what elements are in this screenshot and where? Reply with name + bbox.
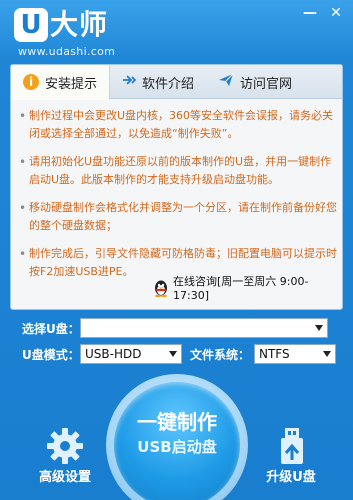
qq-penguin-icon: [153, 279, 169, 297]
make-bootable-usb-button[interactable]: 一键制作 USB启动盘: [114, 382, 240, 500]
close-button[interactable]: ✕: [325, 4, 347, 22]
online-support-link[interactable]: 在线咨询[周一至周六 9:00-17:30]: [153, 273, 342, 302]
list-item: • 移动硬盘制作会格式化并调整为一个分区，请在制作前备份好您的整个硬盘数据；: [19, 199, 337, 235]
usb-mode-value: USB-HDD: [85, 347, 142, 361]
logo-text: 大师: [50, 8, 109, 41]
title-bar: U 大师 www.udashi.com — ✕: [0, 0, 353, 62]
filesystem-value: NTFS: [259, 347, 290, 361]
make-button-subtitle: USB启动盘: [137, 438, 217, 456]
tip-text: 制作过程中会更改U盘内核，360等安全软件会误报，请务必关闭或选择全部通过，以免…: [29, 109, 334, 140]
logo-mark: U: [14, 8, 48, 42]
mode-row: U盘模式： USB-HDD 文件系统： NTFS: [22, 344, 336, 364]
usb-upgrade-icon: [246, 426, 336, 466]
upgrade-usb-button[interactable]: 升级U盘: [246, 426, 336, 485]
usb-mode-select[interactable]: USB-HDD: [80, 344, 182, 364]
usb-select-label: 选择U盘：: [22, 321, 80, 336]
tip-text: 请用初始化U盘功能还原以前的版本制作的U盘，并用一键制作启动U盘。此版本制作的才…: [29, 155, 332, 186]
tab-label: 软件介绍: [142, 76, 195, 92]
app-logo: U 大师: [14, 8, 108, 42]
info-panel: i 安装提示 软件介绍 访问官网 • 制作过程中会更改U盘内核，360等安全软件…: [10, 64, 343, 310]
advanced-settings-label: 高级设置: [38, 470, 91, 485]
share-icon: [122, 74, 137, 90]
bullet: •: [19, 109, 27, 123]
filesystem-select[interactable]: NTFS: [254, 344, 336, 364]
chevron-down-icon: [323, 351, 331, 357]
udashi-window: U 大师 www.udashi.com — ✕ i 安装提示 软件介绍 访问官网…: [0, 0, 353, 500]
tab-install-tips[interactable]: i 安装提示: [11, 65, 111, 100]
advanced-settings-button[interactable]: 高级设置: [20, 426, 110, 485]
upgrade-usb-label: 升级U盘: [266, 470, 316, 485]
usb-drive-select[interactable]: [80, 318, 328, 338]
paper-plane-icon: [218, 73, 234, 91]
logo-url: www.udashi.com: [18, 45, 116, 58]
tips-list: • 制作过程中会更改U盘内核，360等安全软件会误报，请务必关闭或选择全部通过，…: [19, 107, 337, 291]
minimize-button[interactable]: —: [299, 4, 321, 22]
usb-mode-label: U盘模式：: [22, 347, 80, 362]
tab-visit-site[interactable]: 访问官网: [206, 65, 304, 99]
filesystem-label: 文件系统：: [190, 347, 251, 362]
tab-label: 安装提示: [45, 76, 98, 92]
list-item: • 制作过程中会更改U盘内核，360等安全软件会误报，请务必关闭或选择全部通过，…: [19, 107, 337, 143]
tab-label: 访问官网: [240, 76, 293, 92]
action-area: 高级设置 一键制作 USB启动盘 升级U盘: [0, 368, 353, 500]
gear-icon: [20, 426, 110, 466]
list-item: • 请用初始化U盘功能还原以前的版本制作的U盘，并用一键制作启动U盘。此版本制作…: [19, 153, 337, 189]
chevron-down-icon: [169, 351, 177, 357]
chevron-down-icon: [315, 325, 323, 331]
info-icon: i: [23, 74, 39, 90]
bullet: •: [19, 155, 27, 169]
bullet: •: [19, 247, 27, 261]
tab-software-intro[interactable]: 软件介绍: [110, 65, 206, 99]
tip-text: 移动硬盘制作会格式化并调整为一个分区，请在制作前备份好您的整个硬盘数据；: [29, 201, 337, 232]
online-support-label: 在线咨询[周一至周六 9:00-17:30]: [173, 275, 309, 302]
tab-bar: i 安装提示 软件介绍 访问官网: [11, 65, 342, 100]
make-button-title: 一键制作: [137, 410, 217, 434]
bullet: •: [19, 201, 27, 215]
usb-select-row: 选择U盘：: [22, 318, 328, 338]
window-controls: — ✕: [299, 4, 347, 22]
